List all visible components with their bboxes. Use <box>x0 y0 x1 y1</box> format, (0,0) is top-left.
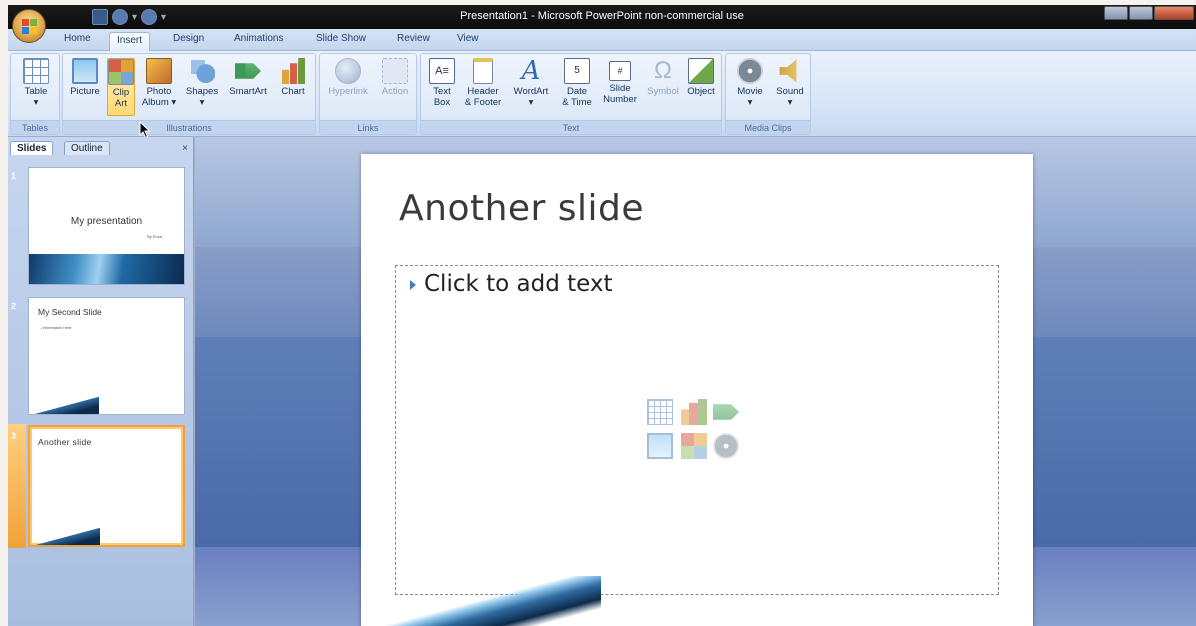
insert-smartart-icon[interactable] <box>713 404 739 420</box>
thumb-wave <box>30 525 100 545</box>
office-button[interactable] <box>12 9 46 43</box>
omega-icon: Ω <box>654 57 672 84</box>
group-label-tables: Tables <box>11 120 59 134</box>
maximize-button[interactable] <box>1129 6 1153 20</box>
slide-number-button[interactable]: # Slide Number <box>599 58 641 105</box>
insert-picture-icon[interactable] <box>647 433 673 459</box>
text-box-button[interactable]: A≡ Text Box <box>427 58 457 108</box>
slide-number-label: 3 <box>11 431 17 441</box>
content-insert-icons <box>647 399 743 463</box>
tab-outline[interactable]: Outline <box>64 141 110 155</box>
thumb-wave <box>29 394 99 414</box>
slide-number-label: 2 <box>11 301 17 311</box>
selected-slide-marker <box>8 424 26 548</box>
group-media-clips: Movie ▾ Sound ▾ Media Clips <box>725 53 811 135</box>
insert-clip-art-icon[interactable] <box>681 433 707 459</box>
thumb-title: Another slide <box>38 437 92 447</box>
group-label-links: Links <box>320 120 416 134</box>
action-button[interactable]: Action <box>376 58 414 97</box>
group-label-media-clips: Media Clips <box>726 120 810 134</box>
tab-view[interactable]: View <box>457 33 479 44</box>
clip-art-button[interactable]: Clip Art <box>107 58 135 116</box>
slide-editor: Another slide Click to add text <box>195 137 1196 626</box>
office-logo-icon <box>22 19 38 35</box>
close-button[interactable] <box>1154 6 1194 20</box>
slide-thumbnail-2[interactable]: My Second Slide - information here <box>28 297 185 415</box>
insert-table-icon[interactable] <box>647 399 673 425</box>
text-box-icon: A≡ <box>429 58 455 84</box>
picture-button[interactable]: Picture <box>67 58 103 97</box>
slide-thumbnail-3[interactable]: Another slide <box>28 425 185 547</box>
hyperlink-button[interactable]: Hyperlink <box>324 58 372 97</box>
header-footer-icon <box>473 58 493 84</box>
title-bar: ▾ ▾ Presentation1 - Microsoft PowerPoint… <box>8 5 1196 29</box>
powerpoint-window: ▾ ▾ Presentation1 - Microsoft PowerPoint… <box>8 5 1196 626</box>
thumb-subtitle: By Erica <box>147 234 162 239</box>
date-time-button[interactable]: 5 Date & Time <box>559 58 595 108</box>
shapes-button[interactable]: Shapes ▾ <box>183 58 221 108</box>
smartart-button[interactable]: SmartArt <box>225 58 271 97</box>
thumb-bullet: - information here <box>40 325 72 330</box>
photo-album-icon <box>146 58 172 84</box>
current-slide[interactable]: Another slide Click to add text <box>361 154 1033 626</box>
body-text-prompt[interactable]: Click to add text <box>410 271 613 297</box>
shapes-icon <box>189 58 215 84</box>
tab-insert[interactable]: Insert <box>109 32 151 52</box>
minimize-button[interactable] <box>1104 6 1128 20</box>
wordart-button[interactable]: A WordArt ▾ <box>509 58 553 108</box>
insert-chart-icon[interactable] <box>681 399 707 425</box>
movie-button[interactable]: Movie ▾ <box>732 58 768 108</box>
speaker-icon <box>779 59 797 83</box>
screenshot-frame: ▾ ▾ Presentation1 - Microsoft PowerPoint… <box>0 0 1196 626</box>
group-label-text: Text <box>421 120 721 134</box>
clip-art-icon <box>108 59 134 85</box>
group-label-illustrations: Illustrations <box>63 120 315 134</box>
header-footer-button[interactable]: Header & Footer <box>461 58 505 108</box>
tab-animations[interactable]: Animations <box>234 33 283 44</box>
tab-slide-show[interactable]: Slide Show <box>316 33 366 44</box>
sound-button[interactable]: Sound ▾ <box>772 58 808 108</box>
slide-number-label: 1 <box>11 171 17 181</box>
chart-button[interactable]: Chart <box>275 58 311 97</box>
film-reel-icon <box>737 58 763 84</box>
symbol-button[interactable]: Ω Symbol <box>645 57 681 98</box>
object-icon <box>688 58 714 84</box>
group-illustrations: Picture Clip Art Photo Album ▾ Shapes ▾ … <box>62 53 316 135</box>
photo-album-button[interactable]: Photo Album ▾ <box>141 58 177 108</box>
group-links: Hyperlink Action Links <box>319 53 417 135</box>
content-placeholder[interactable]: Click to add text <box>395 265 999 595</box>
action-icon <box>382 58 408 84</box>
picture-icon <box>72 58 98 84</box>
slide-title[interactable]: Another slide <box>399 188 644 229</box>
calendar-icon: 5 <box>564 58 590 84</box>
tab-review[interactable]: Review <box>397 33 430 44</box>
group-tables: Table ▾ Tables <box>10 53 60 135</box>
chart-icon <box>280 58 306 84</box>
hyperlink-icon <box>335 58 361 84</box>
group-text: A≡ Text Box Header & Footer A WordArt ▾ … <box>420 53 722 135</box>
window-controls <box>1104 6 1194 20</box>
ribbon: Table ▾ Tables Picture Clip Art Photo Al… <box>8 51 1196 139</box>
slide-thumbnail-1[interactable]: My presentation By Erica <box>28 167 185 285</box>
slide-number-icon: # <box>609 61 631 81</box>
insert-media-icon[interactable] <box>713 433 739 459</box>
pane-tabs: Slides Outline × <box>8 139 194 157</box>
slides-pane: Slides Outline × 1 My presentation By Er… <box>8 137 194 626</box>
ribbon-tab-bar: Home Insert Design Animations Slide Show… <box>8 29 1196 52</box>
thumb-title: My Second Slide <box>38 307 102 317</box>
table-icon <box>23 58 49 84</box>
tab-design[interactable]: Design <box>173 33 204 44</box>
window-title: Presentation1 - Microsoft PowerPoint non… <box>460 10 744 22</box>
table-button[interactable]: Table ▾ <box>17 58 55 108</box>
tab-home[interactable]: Home <box>64 33 91 44</box>
tab-slides[interactable]: Slides <box>10 141 54 155</box>
close-pane-icon[interactable]: × <box>182 143 188 154</box>
slide-wave-decoration <box>361 576 601 626</box>
thumb-title: My presentation <box>70 216 143 227</box>
wordart-icon: A <box>521 56 541 86</box>
thumb-wave <box>29 254 184 284</box>
object-button[interactable]: Object <box>683 58 719 97</box>
bullet-arrow-icon <box>410 279 416 290</box>
smartart-icon <box>235 63 261 79</box>
